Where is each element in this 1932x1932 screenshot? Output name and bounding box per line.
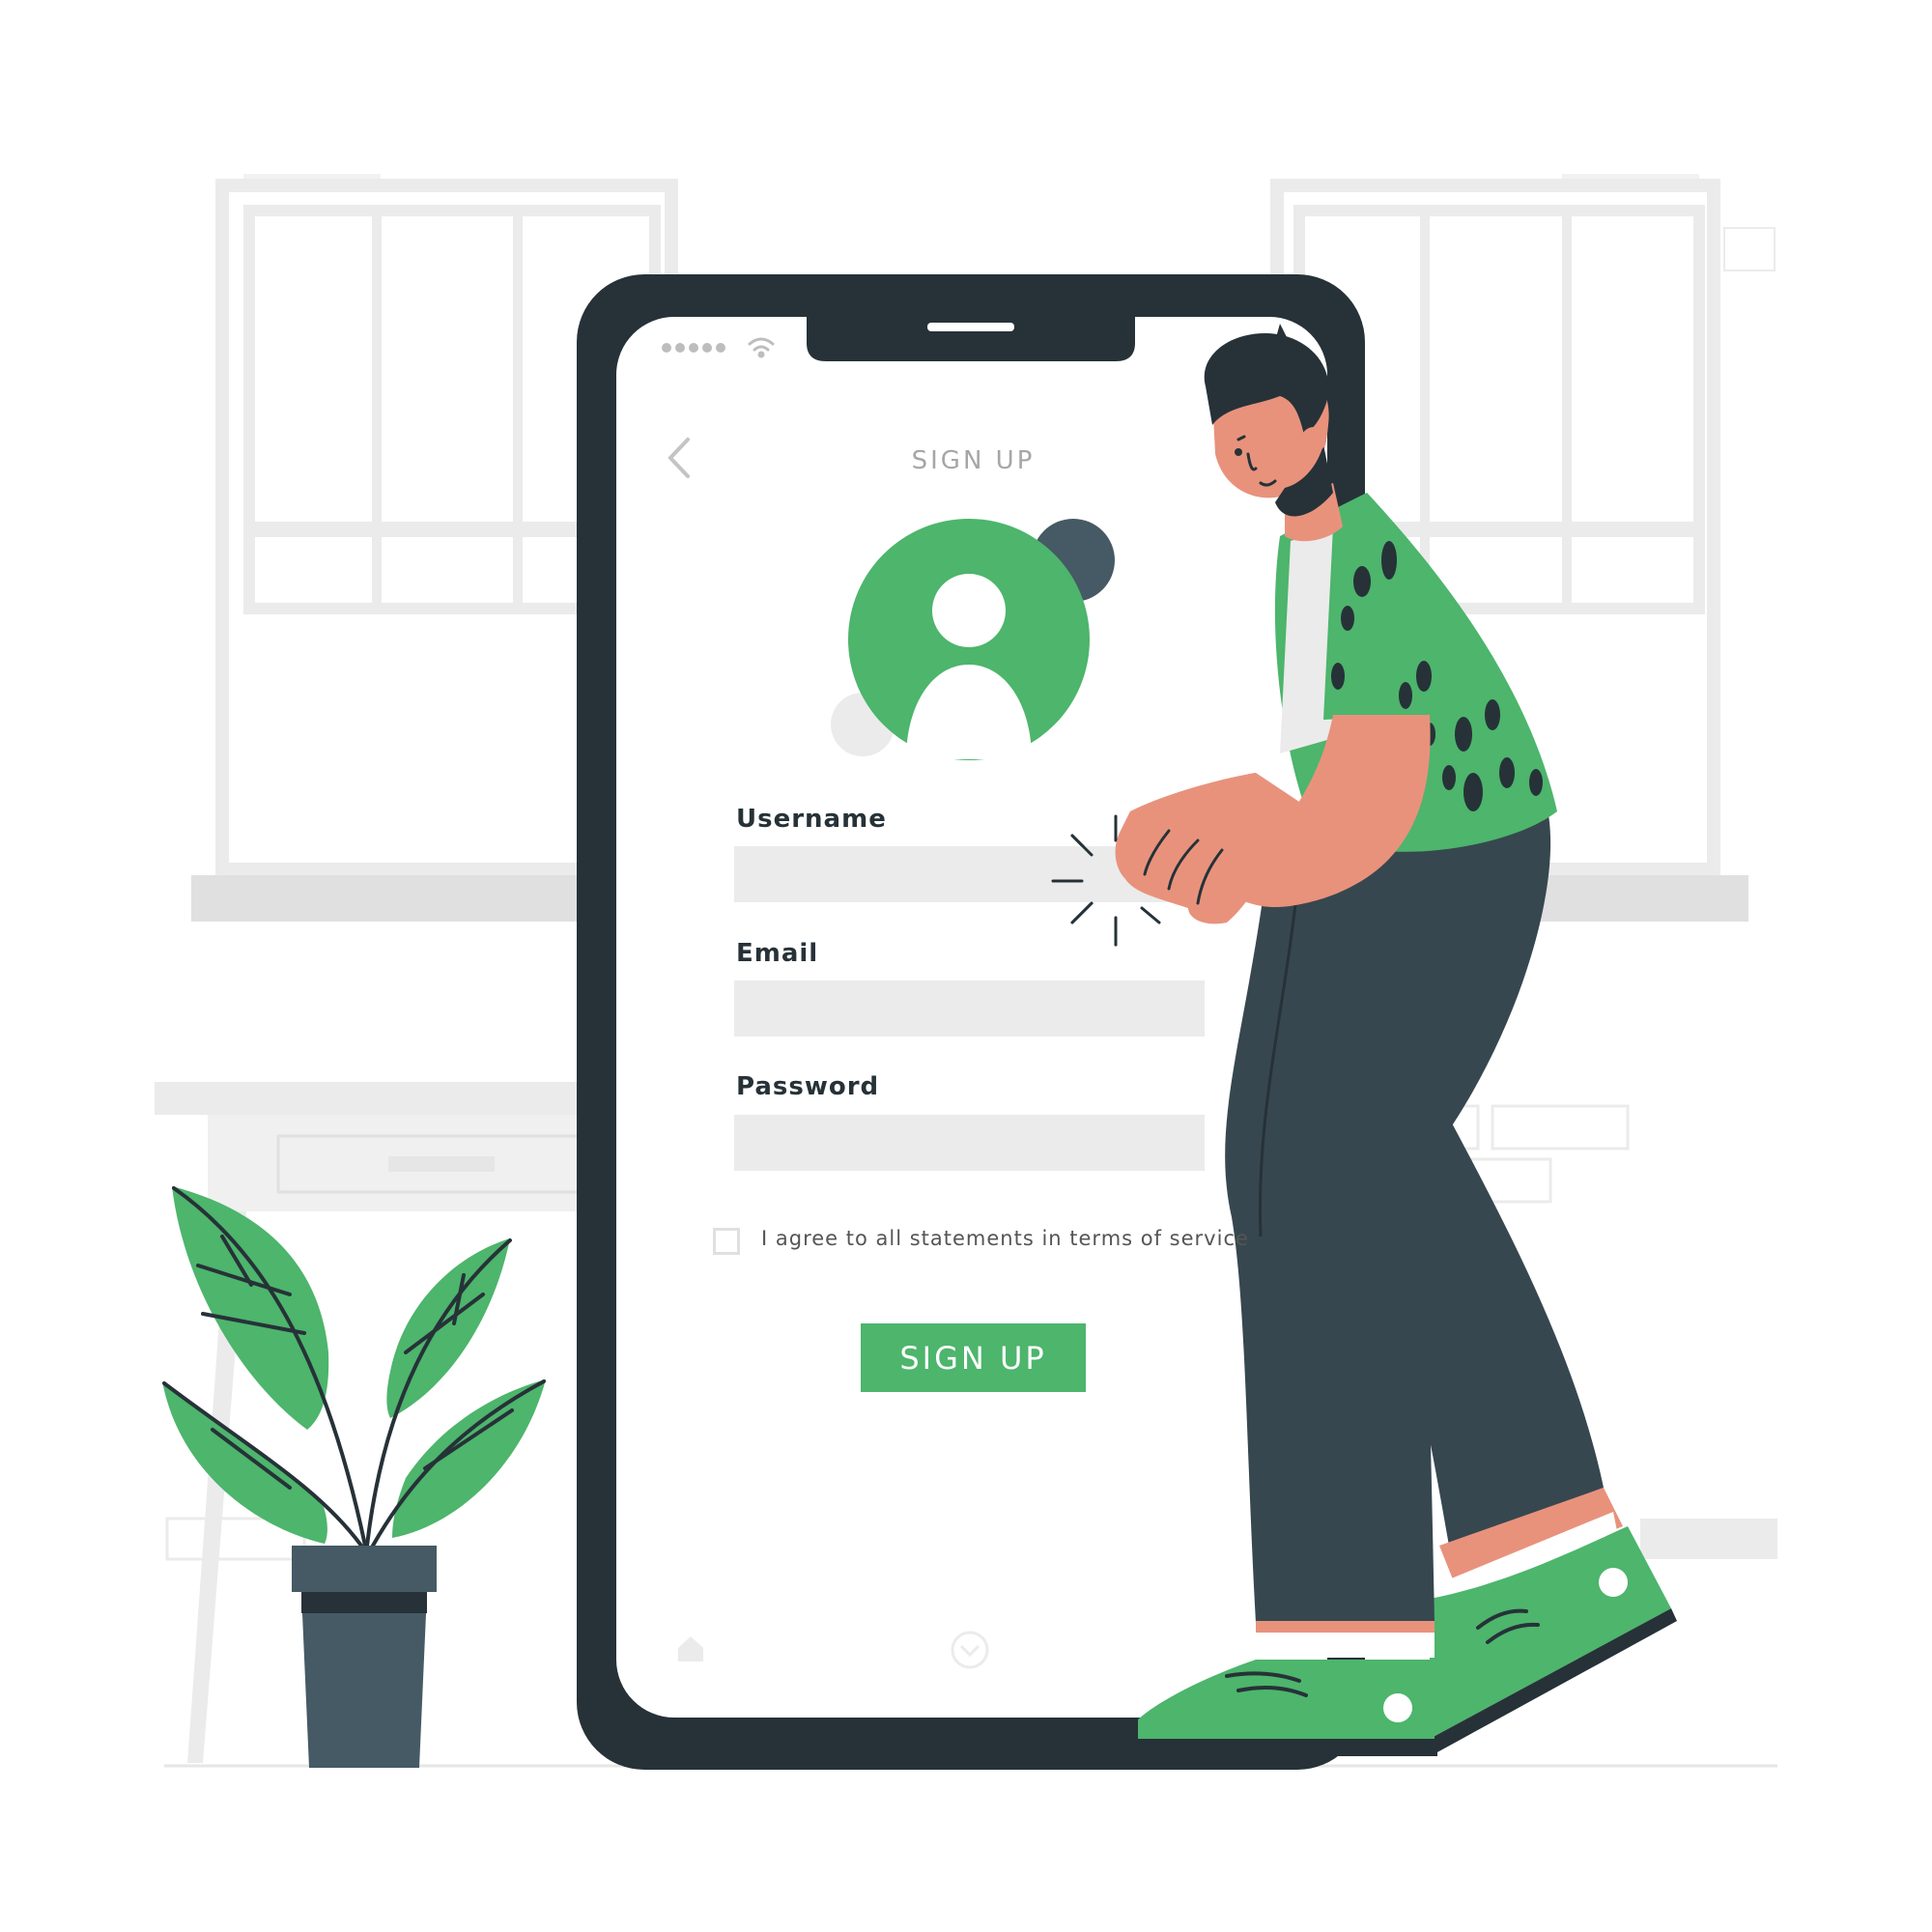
terms-checkbox[interactable]: [713, 1228, 740, 1255]
username-input[interactable]: [734, 846, 1205, 902]
page-title: SIGN UP: [911, 446, 1036, 475]
username-label: Username: [736, 805, 887, 834]
email-input[interactable]: [734, 980, 1205, 1037]
terms-label: I agree to all statements in terms of se…: [761, 1227, 1249, 1250]
password-input[interactable]: [734, 1115, 1205, 1171]
password-label: Password: [736, 1072, 880, 1101]
potted-plant: [162, 1186, 546, 1768]
illustration-scene: [155, 174, 1777, 1770]
sign-up-button[interactable]: SIGN UP: [861, 1323, 1086, 1392]
email-label: Email: [736, 939, 819, 968]
